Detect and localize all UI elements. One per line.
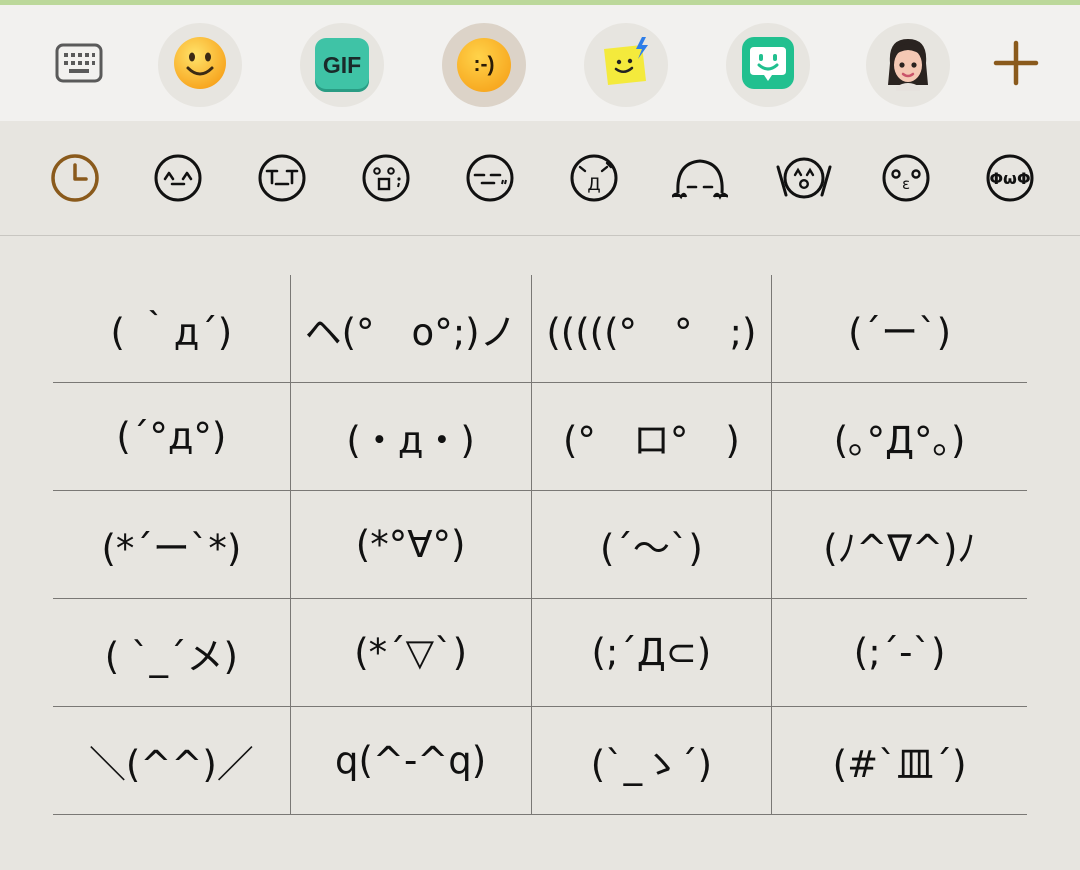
category-sad[interactable] bbox=[257, 153, 307, 207]
emoticon-cell[interactable]: (´～`) bbox=[530, 491, 772, 598]
emoticon-cell[interactable]: ＼(^^)／ bbox=[53, 707, 290, 814]
category-surprised[interactable] bbox=[361, 153, 411, 207]
emoticon-cell[interactable]: (;´Д⊂) bbox=[530, 599, 772, 706]
emoticon-cell[interactable]: (・д・) bbox=[289, 383, 531, 490]
category-happy[interactable] bbox=[153, 153, 203, 207]
annoyed-face-icon bbox=[465, 153, 515, 207]
emoticon-row: ( ｀д´) ヘ(° o°;)ノ (((((° ° ;) (´ー`) bbox=[53, 275, 1027, 383]
emoticon-cell[interactable]: ヘ(° o°;)ノ bbox=[289, 275, 531, 382]
gif-label: GIF bbox=[322, 51, 362, 78]
smiley-emoji-icon bbox=[172, 35, 228, 95]
avatar-icon bbox=[878, 33, 938, 97]
emoticon-cell[interactable]: q(^-^q) bbox=[289, 707, 531, 814]
gif-button[interactable]: GIF bbox=[300, 23, 384, 107]
emoticon-cell[interactable]: ( ｀д´) bbox=[53, 275, 290, 382]
plus-icon bbox=[993, 40, 1039, 90]
angry-face-icon: Д bbox=[569, 153, 619, 207]
emoticon-cell[interactable]: (((((° ° ;) bbox=[530, 275, 772, 382]
emoticon-grid: ( ｀д´) ヘ(° o°;)ノ (((((° ° ;) (´ー`) (´°д°… bbox=[53, 275, 1027, 815]
keyboard-toolbar: GIF :-) bbox=[0, 5, 1080, 121]
emoticon-row: ( `_´メ) (*´▽`) (;´Д⊂) (;´-`) bbox=[53, 599, 1027, 707]
peeking-face-icon bbox=[670, 153, 729, 207]
emoticon-row: (*´ー`*) (*°∀°) (´～`) (ﾉ^∇^)ﾉ bbox=[53, 491, 1027, 599]
emoticon-cell[interactable]: ( `_´メ) bbox=[53, 599, 290, 706]
category-kiss[interactable]: ε bbox=[881, 153, 931, 207]
emoticon-row: ＼(^^)／ q(^-^q) (`_ゝ´) (#`皿´) bbox=[53, 707, 1027, 815]
clock-icon bbox=[50, 153, 100, 207]
emoticon-label: :-) bbox=[473, 53, 495, 76]
kiss-face-icon: ε bbox=[881, 153, 931, 207]
avatar-button[interactable] bbox=[866, 23, 950, 107]
emoticon-cell[interactable]: (ﾉ^∇^)ﾉ bbox=[771, 491, 1027, 598]
category-angry[interactable]: Д bbox=[569, 153, 619, 207]
sticker-icon bbox=[598, 35, 654, 95]
category-bar: Д ε ΦωΦ bbox=[0, 121, 1080, 236]
emoticon-cell[interactable]: (´ー`) bbox=[771, 275, 1027, 382]
keyboard-button[interactable] bbox=[37, 23, 121, 107]
emoticon-cell[interactable]: (*´ー`*) bbox=[53, 491, 290, 598]
surprised-face-icon bbox=[361, 153, 411, 207]
crying-face-icon bbox=[257, 153, 307, 207]
keyboard-icon bbox=[54, 42, 104, 88]
emoticon-cell[interactable]: (#`皿´) bbox=[771, 707, 1027, 814]
category-recent[interactable] bbox=[50, 153, 100, 207]
emoticons-button[interactable]: :-) bbox=[442, 23, 526, 107]
category-annoyed[interactable] bbox=[465, 153, 515, 207]
emoticon-cell[interactable]: (｡°Д°｡) bbox=[771, 383, 1027, 490]
category-cheering[interactable] bbox=[776, 155, 832, 205]
bitmoji-icon bbox=[740, 35, 796, 95]
emoticon-cell[interactable]: (*°∀°) bbox=[289, 491, 531, 598]
category-peeking[interactable] bbox=[670, 153, 729, 207]
bitmoji-button[interactable] bbox=[726, 23, 810, 107]
svg-text:ε: ε bbox=[902, 175, 910, 193]
emoticon-cell[interactable]: (´°д°) bbox=[53, 383, 290, 490]
emoticon-cell[interactable]: (° ロ° ) bbox=[530, 383, 772, 490]
emoji-button[interactable] bbox=[158, 23, 242, 107]
svg-text:Д: Д bbox=[587, 175, 600, 195]
emoticon-cell[interactable]: (*´▽`) bbox=[289, 599, 531, 706]
cute-face-icon: ΦωΦ bbox=[985, 153, 1035, 207]
category-cute[interactable]: ΦωΦ bbox=[985, 153, 1035, 207]
add-button[interactable] bbox=[974, 23, 1058, 107]
gif-icon: GIF bbox=[315, 38, 369, 92]
stickers-button[interactable] bbox=[584, 23, 668, 107]
svg-text:ΦωΦ: ΦωΦ bbox=[989, 169, 1030, 188]
emoticon-cell[interactable]: (;´-`) bbox=[771, 599, 1027, 706]
emoticon-row: (´°д°) (・д・) (° ロ° ) (｡°Д°｡) bbox=[53, 383, 1027, 491]
happy-face-icon bbox=[153, 153, 203, 207]
emoticon-cell[interactable]: (`_ゝ´) bbox=[530, 707, 772, 814]
cheering-face-icon bbox=[776, 153, 832, 207]
emoticon-icon: :-) bbox=[457, 38, 511, 92]
